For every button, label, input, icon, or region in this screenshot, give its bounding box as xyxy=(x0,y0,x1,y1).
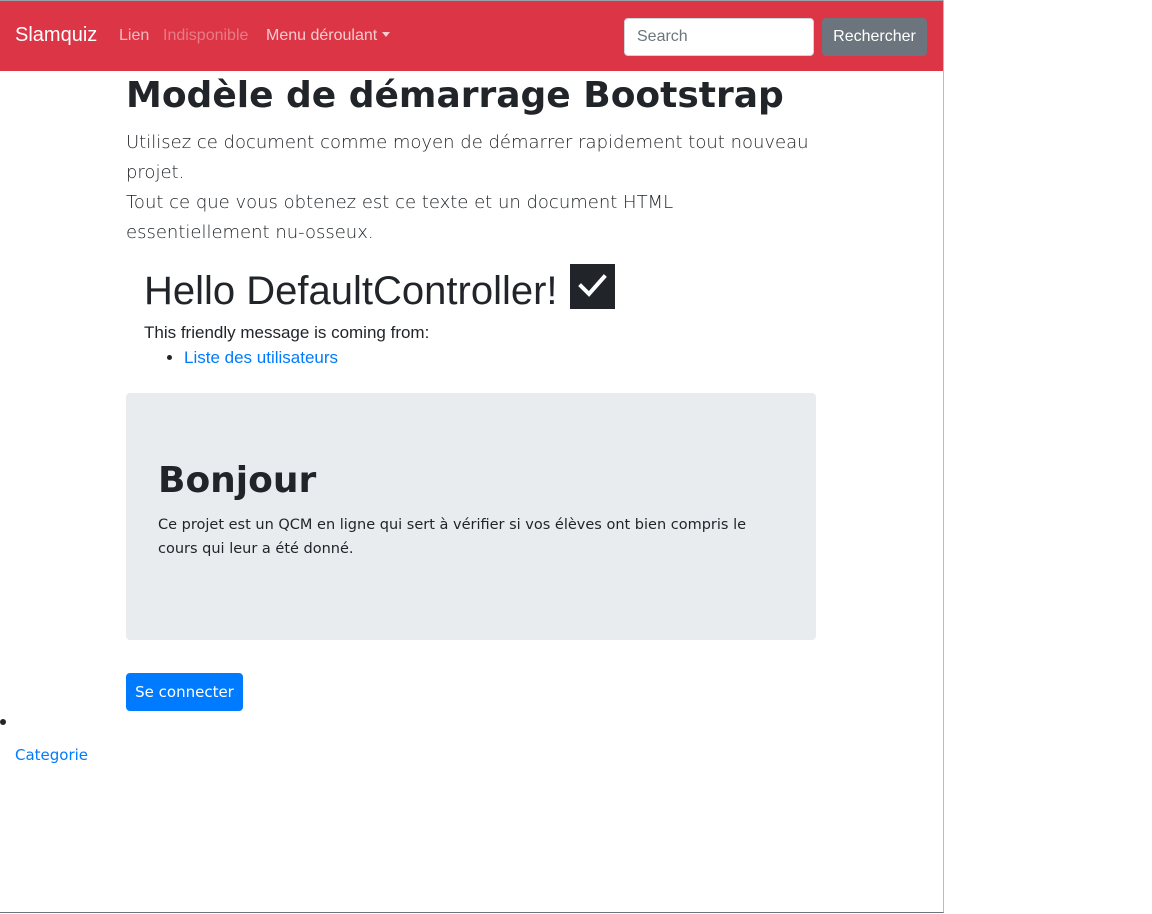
jumbotron-title: Bonjour xyxy=(158,460,317,501)
nav-link-disabled: Indisponible xyxy=(163,27,249,44)
category-link[interactable]: Categorie xyxy=(15,746,88,764)
caret-down-icon xyxy=(382,32,391,37)
navbar: Slamquiz Lien Indisponible Menu déroulan… xyxy=(0,0,943,71)
lead-text: Utilisez ce document comme moyen de déma… xyxy=(126,128,816,248)
nav-dropdown-label: Menu déroulant xyxy=(266,27,378,44)
search-input[interactable] xyxy=(624,18,814,56)
source-list: Liste des utilisateurs xyxy=(144,348,338,368)
lead-line-2: Tout ce que vous obtenez est ce texte et… xyxy=(126,192,674,243)
hello-heading: Hello DefaultController! xyxy=(144,264,615,314)
connect-button[interactable]: Se connecter xyxy=(126,673,243,711)
users-list-link[interactable]: Liste des utilisateurs xyxy=(184,348,338,367)
browser-viewport: Slamquiz Lien Indisponible Menu déroulan… xyxy=(0,0,944,913)
friendly-message: This friendly message is coming from: xyxy=(144,323,430,342)
list-bullet xyxy=(0,719,6,725)
list-item: Liste des utilisateurs xyxy=(184,348,338,368)
nav-dropdown-toggle[interactable]: Menu déroulant xyxy=(266,27,391,45)
jumbotron: Bonjour Ce projet est un QCM en ligne qu… xyxy=(126,393,816,640)
check-icon xyxy=(569,264,615,309)
brand-link[interactable]: Slamquiz xyxy=(15,24,97,47)
page-title: Modèle de démarrage Bootstrap xyxy=(126,75,784,116)
nav-link-lien[interactable]: Lien xyxy=(119,27,149,45)
search-button[interactable]: Rechercher xyxy=(822,18,927,56)
jumbotron-text: Ce projet est un QCM en ligne qui sert à… xyxy=(158,517,747,557)
hello-heading-text: Hello DefaultController! xyxy=(144,269,558,313)
lead-line-1: Utilisez ce document comme moyen de déma… xyxy=(126,132,809,183)
